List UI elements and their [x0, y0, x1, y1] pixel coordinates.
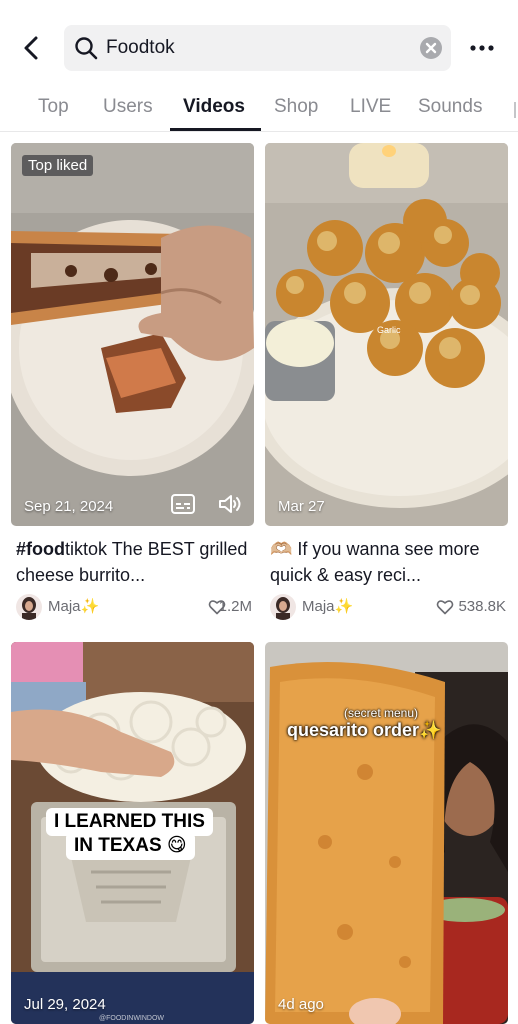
author-name[interactable]: Maja✨	[48, 597, 99, 615]
overlay-line-1: I LEARNED THIS	[54, 811, 205, 832]
like-count: 538.8K	[458, 598, 506, 615]
video-meta: Maja✨ 538.8K	[270, 594, 508, 620]
video-overlay-text: IN TEXAS 😋	[66, 832, 195, 860]
tab-sounds[interactable]: Sounds	[418, 96, 482, 118]
video-meta: Maja✨ 1.2M	[16, 594, 254, 620]
top-bar: Foodtok	[0, 0, 518, 90]
caption-emoji: 🫶🏼	[270, 539, 293, 559]
tab-bar: Top Users Videos Shop LIVE Sounds	[0, 88, 518, 132]
overlay-secret-menu: (secret menu)	[344, 706, 419, 720]
video-card[interactable]: I LEARNED THIS IN TEXAS 😋 @FOODINWINDOW …	[11, 642, 254, 1024]
author-name[interactable]: Maja✨	[302, 597, 353, 615]
video-card[interactable]: Top liked Sep 21, 2024 #foodtiktok The B…	[11, 143, 254, 623]
video-date: Mar 27	[278, 498, 325, 515]
captions-icon[interactable]	[170, 493, 196, 515]
tab-users[interactable]: Users	[103, 96, 153, 118]
like-count: 1.2M	[218, 598, 252, 615]
video-date: 4d ago	[278, 996, 324, 1013]
more-options-button[interactable]	[466, 36, 498, 60]
more-dots-icon	[470, 45, 494, 51]
search-icon	[75, 37, 98, 60]
watermark: @FOODINWINDOW	[99, 1015, 165, 1022]
garlic-label: Garlic	[377, 325, 401, 335]
top-liked-badge: Top liked	[22, 155, 94, 176]
video-date: Jul 29, 2024	[24, 996, 106, 1013]
overlay-line-2: IN TEXAS 😋	[74, 835, 187, 856]
volume-icon[interactable]	[217, 492, 243, 516]
clear-search-icon[interactable]	[420, 37, 442, 59]
avatar[interactable]	[16, 594, 42, 620]
search-input[interactable]: Foodtok	[106, 37, 175, 59]
overlay-quesarito: quesarito order✨	[287, 720, 442, 740]
tab-live[interactable]: LIVE	[350, 96, 391, 118]
video-thumbnail[interactable]: (secret menu) quesarito order✨ 4d ago	[265, 642, 508, 1024]
caption-text: If you wanna see more quick & easy reci.…	[270, 539, 480, 585]
tab-top[interactable]: Top	[38, 96, 69, 118]
tab-shop[interactable]: Shop	[274, 96, 318, 118]
video-thumbnail[interactable]: I LEARNED THIS IN TEXAS 😋 @FOODINWINDOW …	[11, 642, 254, 1024]
video-caption[interactable]: #foodtiktok The BEST grilled cheese burr…	[16, 536, 252, 588]
quesarito-image	[265, 642, 508, 1024]
video-thumbnail[interactable]: Top liked Sep 21, 2024	[11, 143, 254, 526]
burrito-image	[11, 143, 254, 526]
chevron-left-icon	[24, 36, 38, 60]
video-caption[interactable]: 🫶🏼 If you wanna see more quick & easy re…	[270, 536, 506, 588]
search-bar[interactable]: Foodtok	[64, 25, 451, 71]
video-card[interactable]: (secret menu) quesarito order✨ 4d ago	[265, 642, 508, 1024]
video-date: Sep 21, 2024	[24, 498, 114, 515]
avatar[interactable]	[270, 594, 296, 620]
tab-overflow-hint	[514, 102, 516, 118]
caption-hashtag[interactable]: #food	[16, 539, 65, 559]
video-thumbnail[interactable]: Garlic Mar 27	[265, 143, 508, 526]
back-button[interactable]	[14, 30, 48, 66]
active-tab-indicator	[170, 128, 261, 131]
video-card[interactable]: Garlic Mar 27 🫶🏼 If you wanna see more q…	[265, 143, 508, 623]
heart-icon	[436, 600, 454, 615]
tab-videos[interactable]: Videos	[183, 96, 245, 118]
